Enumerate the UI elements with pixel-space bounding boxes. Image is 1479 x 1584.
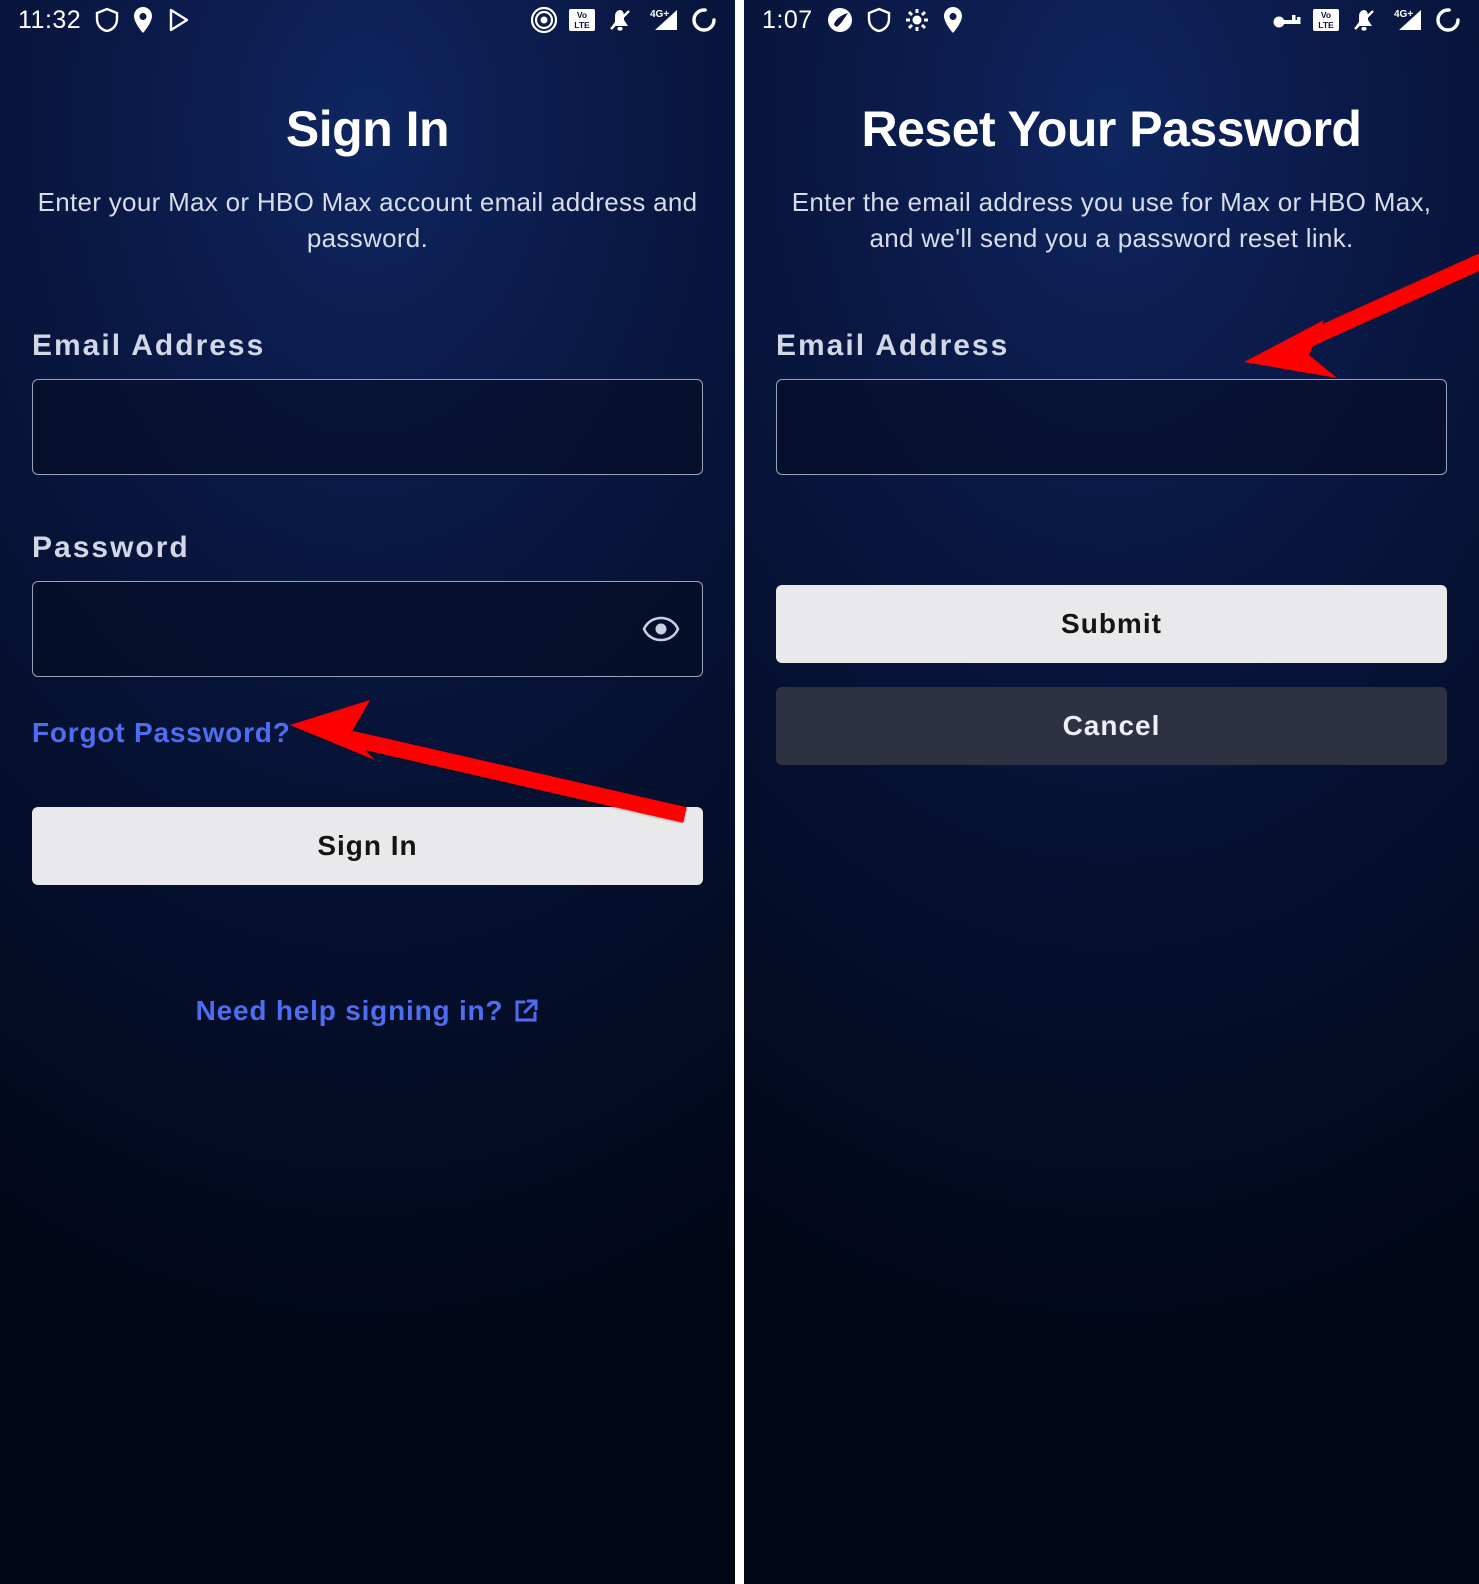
password-input-wrap	[32, 581, 703, 677]
signal-icon: 4G+	[645, 8, 679, 32]
loading-icon	[1435, 7, 1461, 33]
status-right: VoLTE 4G+	[531, 7, 717, 33]
email-field[interactable]	[32, 379, 703, 475]
password-label: Password	[32, 531, 703, 565]
signal-icon: 4G+	[1389, 8, 1423, 32]
svg-text:Vo: Vo	[1321, 10, 1331, 20]
status-bar: 11:32 VoLTE 4G+	[0, 0, 735, 40]
status-right: VoLTE 4G+	[1273, 7, 1461, 33]
signin-content: Sign In Enter your Max or HBO Max accoun…	[0, 40, 735, 1027]
svg-text:4G+: 4G+	[650, 9, 669, 20]
svg-text:4G+: 4G+	[1394, 9, 1413, 20]
location-icon	[133, 7, 153, 33]
email-label: Email Address	[32, 329, 703, 363]
forgot-password-link[interactable]: Forgot Password?	[32, 717, 291, 749]
screen-divider	[735, 0, 744, 1584]
page-title: Reset Your Password	[776, 100, 1447, 158]
email-input-wrap	[32, 379, 703, 475]
help-row: Need help signing in?	[32, 995, 703, 1027]
settings-icon	[905, 8, 929, 32]
submit-button[interactable]: Submit	[776, 585, 1447, 663]
cancel-button[interactable]: Cancel	[776, 687, 1447, 765]
page-subtitle: Enter your Max or HBO Max account email …	[38, 184, 698, 257]
status-left: 11:32	[18, 6, 193, 35]
play-store-icon	[167, 7, 193, 33]
location-icon	[943, 7, 963, 33]
loading-icon	[691, 7, 717, 33]
shield-icon	[867, 7, 891, 33]
svg-text:LTE: LTE	[1318, 20, 1334, 30]
forgot-password-row: Forgot Password?	[32, 717, 703, 749]
email-field[interactable]	[776, 379, 1447, 475]
status-time: 1:07	[762, 6, 813, 35]
svg-text:LTE: LTE	[574, 20, 590, 30]
page-subtitle: Enter the email address you use for Max …	[782, 184, 1442, 257]
show-password-button[interactable]	[641, 609, 681, 649]
status-time: 11:32	[18, 6, 81, 35]
help-signing-in-link[interactable]: Need help signing in?	[196, 995, 540, 1027]
volte-icon: VoLTE	[1313, 9, 1339, 31]
help-link-label: Need help signing in?	[196, 995, 504, 1027]
status-bar: 1:07 VoLTE 4G+	[744, 0, 1479, 40]
hotspot-icon	[531, 7, 557, 33]
signin-button[interactable]: Sign In	[32, 807, 703, 885]
mute-icon	[607, 7, 633, 33]
key-icon	[1273, 10, 1301, 30]
signin-screen: 11:32 VoLTE 4G+	[0, 0, 735, 1584]
volte-icon: VoLTE	[569, 9, 595, 31]
password-field[interactable]	[32, 581, 703, 677]
status-left: 1:07	[762, 6, 963, 35]
email-input-wrap	[776, 379, 1447, 475]
reset-screen: 1:07 VoLTE 4G+	[744, 0, 1479, 1584]
reset-content: Reset Your Password Enter the email addr…	[744, 40, 1479, 765]
mute-icon	[1351, 7, 1377, 33]
email-label: Email Address	[776, 329, 1447, 363]
shield-icon	[95, 7, 119, 33]
svg-text:Vo: Vo	[577, 10, 587, 20]
eye-icon	[642, 616, 680, 642]
external-link-icon	[513, 998, 539, 1024]
carrier-icon	[827, 7, 853, 33]
page-title: Sign In	[32, 100, 703, 158]
